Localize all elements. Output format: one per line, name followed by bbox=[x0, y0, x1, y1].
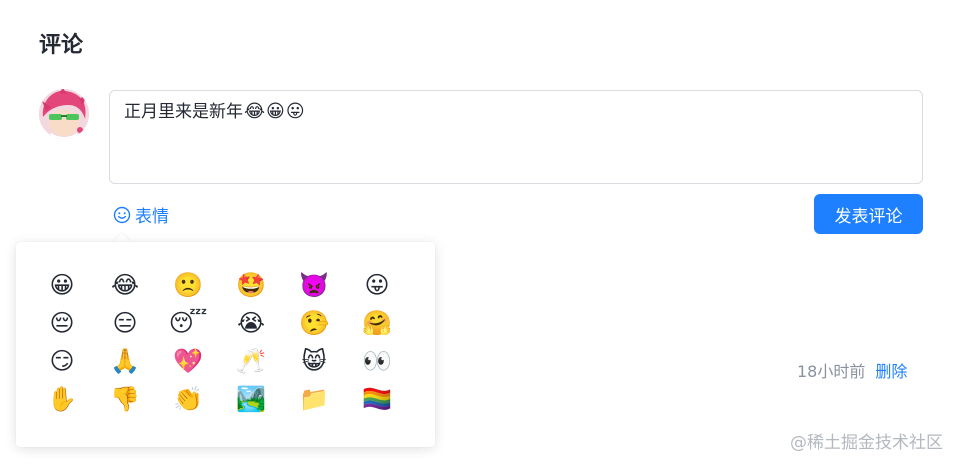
emoji-option[interactable]: 👎 bbox=[108, 382, 142, 416]
comment-input-text: 正月里来是新年 bbox=[124, 102, 243, 122]
emoji-option[interactable]: 😛 bbox=[360, 268, 394, 302]
emoji-option[interactable]: 😏 bbox=[45, 344, 79, 378]
inserted-emoji: 😀 bbox=[266, 101, 285, 122]
delete-comment-link[interactable]: 删除 bbox=[875, 358, 907, 382]
submit-comment-button[interactable]: 发表评论 bbox=[814, 194, 923, 234]
comment-section: 评论 正月里来是新年 😂 😀 😛 表情 发表评论 😀 😂 🙁 🤩 👿 😛 😔 😑… bbox=[0, 0, 966, 464]
comment-input[interactable]: 正月里来是新年 😂 😀 😛 bbox=[109, 90, 923, 184]
inserted-emoji: 😂 bbox=[244, 101, 266, 122]
emoji-option[interactable]: 😴 bbox=[169, 306, 208, 340]
emoji-option[interactable]: ✋ bbox=[45, 382, 79, 416]
emoji-option[interactable]: 🙏 bbox=[108, 344, 142, 378]
emoji-option[interactable]: 😑 bbox=[108, 306, 142, 340]
emoji-option[interactable]: 📁 bbox=[297, 382, 331, 416]
emoji-option[interactable]: 😭 bbox=[234, 306, 268, 340]
emoji-option[interactable]: 🥂 bbox=[234, 344, 268, 378]
emoji-option[interactable]: 👿 bbox=[297, 268, 331, 302]
emoji-option[interactable]: 😂 bbox=[108, 268, 142, 302]
emoji-button-label: 表情 bbox=[135, 207, 169, 227]
emoji-grid: 😀 😂 🙁 🤩 👿 😛 😔 😑 😴 😭 🤥 🤗 😏 🙏 💖 🥂 😸 👀 ✋ 👎 … bbox=[45, 268, 423, 420]
comment-timestamp: 18小时前 bbox=[797, 362, 866, 381]
smile-icon bbox=[113, 206, 131, 223]
emoji-option[interactable]: 🤥 bbox=[297, 306, 331, 340]
section-title: 评论 bbox=[39, 33, 84, 58]
emoji-option[interactable]: 💖 bbox=[171, 344, 205, 378]
emoji-option[interactable]: 🤗 bbox=[360, 306, 394, 340]
avatar-image bbox=[39, 89, 89, 139]
emoji-option[interactable]: 😀 bbox=[45, 268, 79, 302]
emoji-option[interactable]: 👏 bbox=[171, 382, 205, 416]
emoji-option[interactable]: 😔 bbox=[45, 306, 79, 340]
comment-meta: 18小时前 删除 bbox=[797, 358, 907, 382]
emoji-option[interactable]: 🙁 bbox=[171, 268, 205, 302]
emoji-option[interactable]: 🤩 bbox=[234, 268, 268, 302]
emoji-panel: 😀 😂 🙁 🤩 👿 😛 😔 😑 😴 😭 🤥 🤗 😏 🙏 💖 🥂 😸 👀 ✋ 👎 … bbox=[16, 242, 435, 447]
emoji-option[interactable]: 😸 bbox=[297, 344, 331, 378]
emoji-button[interactable]: 表情 bbox=[113, 202, 169, 227]
emoji-option[interactable]: 🏳️‍🌈 bbox=[360, 382, 394, 416]
emoji-option[interactable]: 🏞️ bbox=[234, 382, 268, 416]
inserted-emoji: 😛 bbox=[285, 101, 305, 122]
watermark: @稀土掘金技术社区 bbox=[790, 433, 943, 453]
emoji-option[interactable]: 👀 bbox=[360, 344, 394, 378]
avatar bbox=[39, 89, 89, 139]
